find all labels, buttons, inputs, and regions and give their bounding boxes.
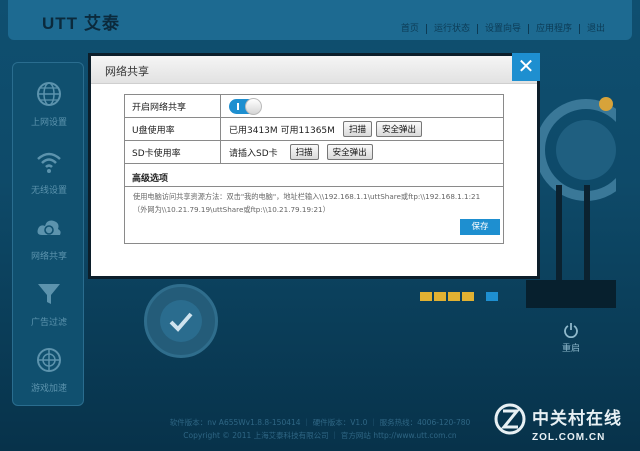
share-toggle-row: 开启网络共享 bbox=[125, 95, 503, 118]
sd-scan-button[interactable]: 扫描 bbox=[289, 144, 319, 160]
sidebar-item-label: 广告过滤 bbox=[30, 318, 67, 328]
funnel-icon bbox=[38, 284, 60, 304]
watermark-cn: 中关村在线 bbox=[532, 409, 622, 429]
usb-scan-button[interactable]: 扫描 bbox=[342, 121, 372, 137]
wifi-icon bbox=[37, 152, 61, 173]
usb-label: U盘使用率 bbox=[125, 118, 221, 140]
usb-usage-value: 已用3413M 可用11365M bbox=[229, 125, 335, 136]
usb-usage-row: U盘使用率 已用3413M 可用11365M 扫描 安全弹出 bbox=[125, 118, 503, 141]
dialog-title: 网络共享 bbox=[105, 65, 149, 78]
check-icon bbox=[160, 300, 202, 342]
sd-usage-row: SD卡使用率 请插入SD卡 扫描 安全弹出 bbox=[125, 141, 503, 164]
network-share-dialog: 网络共享 ✕ 开启网络共享 U盘使用率 已用3413M 可用11365M 扫描 … bbox=[88, 53, 540, 279]
sidebar-item-game-boost[interactable]: 游戏加速 bbox=[13, 347, 85, 394]
share-help-text: 使用电脑访问共享资源方法：双击"我的电脑"，地址栏输入\\192.168.1.1… bbox=[133, 190, 495, 216]
nav-apps[interactable]: 应用程序 bbox=[527, 24, 579, 34]
sidebar-item-internet[interactable]: 上网设置 bbox=[13, 81, 85, 128]
zol-logo-icon bbox=[494, 403, 526, 435]
sidebar-item-label: 上网设置 bbox=[30, 118, 67, 128]
status-ok-indicator bbox=[144, 284, 218, 358]
top-nav: 首页 运行状态 设置向导 应用程序 退出 bbox=[394, 24, 612, 34]
divider bbox=[125, 186, 503, 187]
dialog-header: 网络共享 bbox=[91, 56, 537, 84]
help-line-1: 使用电脑访问共享资源方法：双击"我的电脑"，地址栏输入\\192.168.1.1… bbox=[133, 192, 481, 201]
save-button[interactable]: 保存 bbox=[460, 219, 500, 235]
toggle-knob bbox=[245, 97, 262, 115]
logo-cn: 艾泰 bbox=[84, 14, 121, 33]
sidebar-item-label: 游戏加速 bbox=[30, 384, 67, 394]
zol-watermark: 中关村在线 ZOL.COM.CN bbox=[494, 403, 622, 443]
reboot-label: 重启 bbox=[561, 344, 580, 354]
nav-home[interactable]: 首页 bbox=[394, 24, 426, 34]
nav-status[interactable]: 运行状态 bbox=[425, 24, 477, 34]
sd-label: SD卡使用率 bbox=[125, 141, 221, 163]
advanced-options-title: 高级选项 bbox=[132, 174, 169, 184]
reboot-button[interactable]: 重启 bbox=[556, 322, 586, 354]
share-toggle[interactable] bbox=[229, 97, 262, 115]
logo-text: UTT bbox=[42, 14, 79, 33]
sidebar-item-label: 无线设置 bbox=[30, 186, 67, 196]
sidebar-item-network-share[interactable]: 网络共享 bbox=[13, 215, 85, 262]
globe-speed-icon bbox=[37, 348, 61, 372]
sidebar: 上网设置 无线设置 网络共享 广告过滤 游戏加速 bbox=[12, 62, 84, 406]
toggle-on-mark bbox=[237, 102, 239, 110]
usb-eject-button[interactable]: 安全弹出 bbox=[375, 121, 422, 137]
sidebar-item-wireless[interactable]: 无线设置 bbox=[13, 149, 85, 196]
help-line-2: （外网为\\10.21.79.19\uttShare或ftp:\\10.21.7… bbox=[133, 205, 330, 214]
nav-wizard[interactable]: 设置向导 bbox=[476, 24, 528, 34]
sd-eject-button[interactable]: 安全弹出 bbox=[326, 144, 373, 160]
cloud-share-icon bbox=[37, 220, 61, 235]
globe-icon bbox=[37, 82, 61, 106]
top-bar: UTT 艾泰 首页 运行状态 设置向导 应用程序 退出 bbox=[8, 0, 632, 40]
close-button[interactable]: ✕ bbox=[512, 53, 540, 81]
nav-logout[interactable]: 退出 bbox=[578, 24, 612, 34]
sidebar-item-ad-filter[interactable]: 广告过滤 bbox=[13, 281, 85, 328]
watermark-en: ZOL.COM.CN bbox=[532, 432, 606, 443]
sd-usage-value: 请插入SD卡 bbox=[229, 148, 278, 159]
sidebar-item-label: 网络共享 bbox=[30, 252, 67, 262]
power-icon bbox=[564, 323, 578, 339]
share-settings-panel: 开启网络共享 U盘使用率 已用3413M 可用11365M 扫描 安全弹出 SD… bbox=[124, 94, 504, 244]
brand-logo: UTT 艾泰 bbox=[42, 9, 120, 34]
router-ports bbox=[420, 292, 498, 301]
dialog-body: 网络共享 ✕ 开启网络共享 U盘使用率 已用3413M 可用11365M 扫描 … bbox=[91, 53, 540, 276]
share-label: 开启网络共享 bbox=[125, 95, 221, 117]
